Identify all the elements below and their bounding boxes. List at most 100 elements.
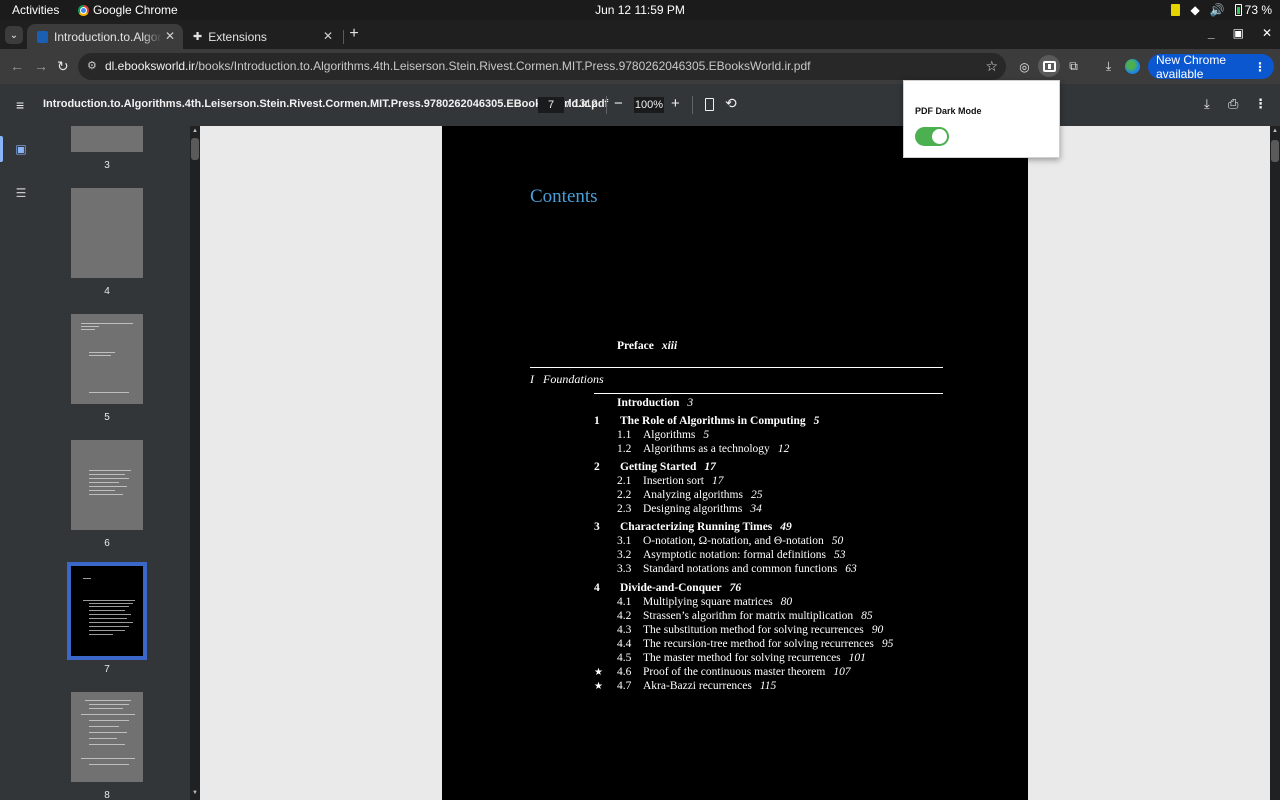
app-menu[interactable]: Google Chrome [78,3,178,17]
close-window-button[interactable]: ✕ [1262,26,1272,40]
scrollbar-thumb[interactable] [1271,140,1279,162]
toc-section[interactable]: 2.2 Analyzing algorithms 25 [617,488,762,502]
toc-section[interactable]: 3.3 Standard notations and common functio… [617,562,857,576]
notes-icon[interactable] [1171,4,1181,16]
divider [606,96,607,114]
toc-section[interactable]: 3.2 Asymptotic notation: formal definitio… [617,548,846,562]
outline-icon[interactable]: ☰ [12,184,30,202]
tab-divider [343,30,344,44]
more-vert-icon: ⋮ [1254,59,1266,74]
document-viewport: Contents Preface xiii I Foundations Intro… [200,126,1270,800]
toc-introduction[interactable]: Introduction 3 [617,396,693,410]
toc-chapter[interactable]: 4 Divide-and-Conquer 76 [594,581,741,595]
divider [530,367,943,368]
page-thumbnail[interactable] [71,188,143,278]
scroll-down-icon[interactable]: ▼ [192,790,198,796]
more-options-icon[interactable]: ⋮ [1254,96,1267,112]
document-scrollbar[interactable]: ▲ [1270,126,1280,800]
rotate-icon[interactable]: ⟲ [725,95,737,112]
toc-chapter[interactable]: 2 Getting Started 17 [594,460,716,474]
close-icon[interactable]: ✕ [165,29,175,43]
toc-part[interactable]: I Foundations [530,372,604,386]
scroll-up-icon[interactable]: ▲ [1272,128,1278,134]
scroll-up-icon[interactable]: ▲ [192,128,198,134]
toc-preface[interactable]: Preface xiii [617,339,677,353]
toc-section[interactable]: 4.4 The recursion-tree method for solving… [617,637,893,651]
pdf-download-icon[interactable]: ⤓ [1204,96,1210,112]
toc-chapter[interactable]: 3 Characterizing Running Times 49 [594,520,792,534]
forward-arrow-icon[interactable]: → [34,58,48,74]
update-label: New Chrome available [1156,52,1227,81]
puzzle-icon: ✚ [193,31,203,43]
thumbnail-label: 3 [104,160,110,171]
toc-section[interactable]: 2.1 Insertion sort 17 [617,474,724,488]
toc-section[interactable]: 2.3 Designing algorithms 34 [617,502,762,516]
page-thumbnail[interactable] [71,440,143,530]
system-tray[interactable]: ◆ 🔊 73 % [1171,2,1272,18]
toc-section[interactable]: 4.6 Proof of the continuous master theore… [617,665,851,679]
system-top-bar: Activities Google Chrome Jun 12 11:59 PM… [0,0,1280,20]
new-tab-button[interactable]: + [346,26,362,42]
print-icon[interactable]: ⎙ [1228,96,1238,112]
back-arrow-icon[interactable]: ← [10,58,24,74]
page-thumbnail[interactable] [71,692,143,782]
thumbnail-label: 7 [104,664,110,675]
extensions-puzzle-icon[interactable]: ⧉ [1065,58,1082,75]
sidebar-menu-icon[interactable]: ≡ [16,97,24,113]
address-bar[interactable]: ⚙ dl.ebooksworld.ir/books/Introduction.t… [78,53,1006,80]
new-chrome-available-button[interactable]: New Chrome available ⋮ [1148,52,1274,81]
close-icon[interactable]: ✕ [323,29,333,43]
thumbnail-label: 6 [104,538,110,549]
downloads-icon[interactable]: ⤓ [1100,58,1117,75]
tab-title: Introduction.to.Algorithms.4th [54,29,162,44]
maximize-button[interactable]: ▣ [1233,26,1244,40]
page-thumbnail[interactable] [71,126,143,152]
extension-record-icon[interactable]: ◎ [1016,58,1033,75]
toc-chapter[interactable]: 1 The Role of Algorithms in Computing 5 [594,414,819,428]
toc-section[interactable]: 4.2 Strassen’s algorithm for matrix multi… [617,609,873,623]
site-info-icon[interactable]: ⚙ [87,59,97,72]
page-thumbnail[interactable] [71,314,143,404]
thumbnails-icon[interactable]: ▣ [12,140,30,158]
volume-icon[interactable]: 🔊 [1210,2,1225,18]
zoom-in-button[interactable]: + [671,95,680,112]
tab-pdf[interactable]: Introduction.to.Algorithms.4th ✕ [27,24,183,49]
toggle-knob [932,129,947,144]
tab-extensions[interactable]: ✚ Extensions ✕ [183,24,341,49]
pdf-dark-mode-extension-icon[interactable] [1038,55,1060,77]
divider [692,96,693,114]
dark-mode-toggle[interactable] [915,127,949,146]
selected-indicator [0,136,3,162]
fit-page-icon[interactable] [705,98,714,111]
toc-section[interactable]: 4.1 Multiplying square matrices 80 [617,595,792,609]
divider [594,393,943,394]
battery-icon [1234,4,1242,16]
toc-section[interactable]: 1.2 Algorithms as a technology 12 [617,442,789,456]
bookmark-star-icon[interactable]: ☆ [985,58,998,75]
zoom-input[interactable]: 100% [634,97,664,113]
reload-icon[interactable]: ↻ [57,58,69,74]
popup-label: PDF Dark Mode [915,106,982,116]
clock[interactable]: Jun 12 11:59 PM [0,3,1280,17]
toc-section[interactable]: 1.1 Algorithms 5 [617,428,709,442]
book-favicon-icon [37,30,48,43]
url-text[interactable]: dl.ebooksworld.ir/books/Introduction.to.… [105,59,965,73]
app-name: Google Chrome [93,3,178,17]
sidebar-scrollbar[interactable]: ▲ ▼ [190,126,200,800]
activities-button[interactable]: Activities [12,3,59,17]
scrollbar-thumb[interactable] [191,138,199,160]
page-number-input[interactable]: 7 [538,97,564,113]
minimize-button[interactable]: _ [1208,26,1215,40]
zoom-out-button[interactable]: − [614,95,623,112]
page-thumbnail-current[interactable] [71,566,143,656]
wifi-icon[interactable]: ◆ [1190,2,1199,18]
toc-section[interactable]: 3.1 O-notation, Ω-notation, and Θ-notatio… [617,534,843,548]
toc-section[interactable]: 4.3 The substitution method for solving r… [617,623,883,637]
profile-avatar[interactable] [1124,58,1141,75]
pdf-dark-mode-popup: PDF Dark Mode [903,80,1060,158]
toc-section[interactable]: 4.5 The master method for solving recurre… [617,651,866,665]
pdf-page: Contents Preface xiii I Foundations Intro… [442,126,1028,800]
toc-section[interactable]: 4.7 Akra-Bazzi recurrences 115 [617,679,776,693]
battery-indicator[interactable]: 73 % [1234,3,1272,17]
tab-search-button[interactable]: ⌄ [5,26,23,44]
